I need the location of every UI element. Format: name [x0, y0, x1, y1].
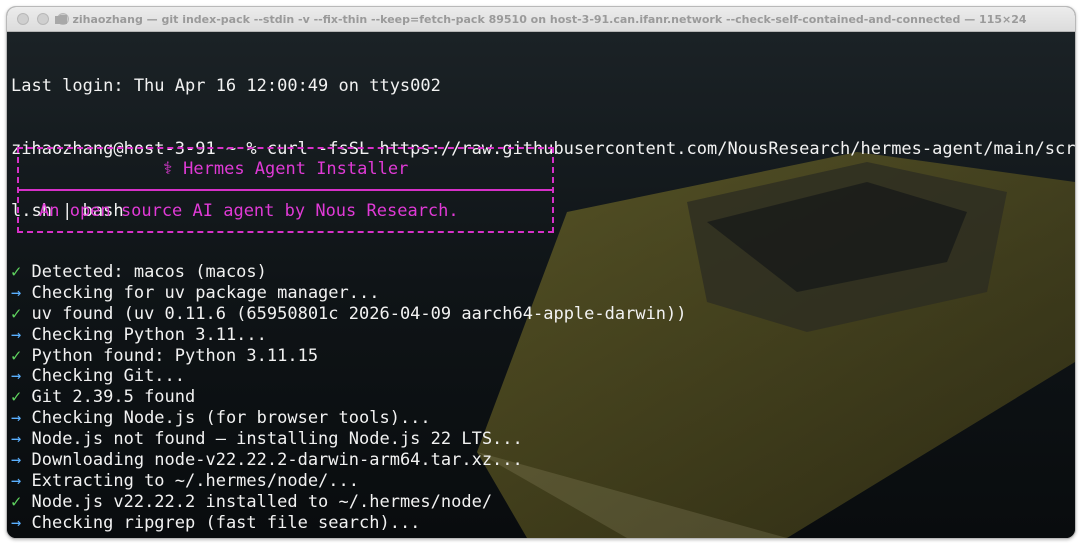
arrow-right-icon: →	[11, 429, 22, 450]
banner-divider	[19, 189, 552, 191]
arrow-right-icon: →	[11, 470, 22, 491]
output-text: Checking Git...	[21, 366, 186, 387]
check-icon: ✓	[11, 387, 22, 408]
close-button[interactable]	[17, 13, 29, 25]
title-bar[interactable]: zihaozhang — git index-pack --stdin -v -…	[7, 7, 1075, 32]
output-text: Downloading node-v22.22.2-darwin-arm64.t…	[21, 450, 523, 471]
output-line: ✓ Node.js v22.22.2 installed to ~/.herme…	[11, 492, 687, 513]
output-text: Extracting to ~/.hermes/node/...	[21, 470, 360, 491]
output-line: ✓ Git 2.39.5 found	[11, 387, 687, 408]
output-text: Checking ripgrep (fast file search)...	[21, 512, 421, 533]
arrow-right-icon: →	[11, 324, 22, 345]
output-line: → Checking Git...	[11, 366, 687, 387]
output-line: → Checking Node.js (for browser tools)..…	[11, 408, 687, 429]
output-line: ✓ Detected: macos (macos)	[11, 262, 687, 283]
installer-banner: ⚕ Hermes Agent Installer An open source …	[17, 147, 554, 233]
output-line: → Checking Python 3.11...	[11, 325, 687, 346]
arrow-right-icon: →	[11, 282, 22, 303]
output-text: Checking for uv package manager...	[21, 282, 380, 303]
output-line: ✓ uv found (uv 0.11.6 (65950801c 2026-04…	[11, 304, 687, 325]
check-icon: ✓	[11, 345, 22, 366]
banner-subtitle: An open source AI agent by Nous Research…	[39, 201, 459, 221]
terminal-output[interactable]: Last login: Thu Apr 16 12:00:49 on ttys0…	[11, 34, 1075, 538]
folder-icon	[55, 14, 68, 24]
last-login-line: Last login: Thu Apr 16 12:00:49 on ttys0…	[11, 75, 441, 96]
arrow-right-icon: →	[11, 366, 22, 387]
output-text: uv found (uv 0.11.6 (65950801c 2026-04-0…	[21, 303, 687, 324]
output-text: Checking Python 3.11...	[21, 324, 267, 345]
banner-title: ⚕ Hermes Agent Installer	[162, 159, 409, 179]
output-line: ✓ Python found: Python 3.11.15	[11, 346, 687, 367]
arrow-right-icon: →	[11, 408, 22, 429]
output-line: → Node.js not found — installing Node.js…	[11, 429, 687, 450]
output-line: → Downloading node-v22.22.2-darwin-arm64…	[11, 450, 687, 471]
minimize-button[interactable]	[37, 13, 49, 25]
output-line: → Checking ripgrep (fast file search)...	[11, 513, 687, 534]
check-icon: ✓	[11, 303, 22, 324]
output-line: → Extracting to ~/.hermes/node/...	[11, 471, 687, 492]
terminal-window: zihaozhang — git index-pack --stdin -v -…	[6, 6, 1076, 539]
output-text: Checking Node.js (for browser tools)...	[21, 408, 431, 429]
output-text: Detected: macos (macos)	[21, 262, 267, 282]
window-title: zihaozhang — git index-pack --stdin -v -…	[72, 12, 1027, 26]
arrow-right-icon: →	[11, 512, 22, 533]
check-icon: ✓	[11, 491, 22, 512]
output-text: Node.js not found — installing Node.js 2…	[21, 429, 523, 450]
arrow-right-icon: →	[11, 450, 22, 471]
output-text: Node.js v22.22.2 installed to ~/.hermes/…	[21, 491, 493, 512]
output-text: Python found: Python 3.11.15	[21, 345, 319, 366]
output-line: → Checking for uv package manager...	[11, 283, 687, 304]
output-text: Git 2.39.5 found	[21, 387, 196, 408]
check-icon: ✓	[11, 262, 22, 282]
